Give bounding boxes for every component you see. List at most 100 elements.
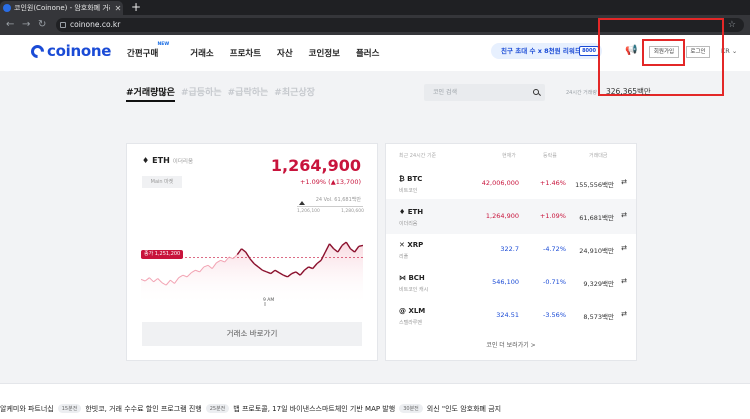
table-row[interactable]: @ XLM 스텔라루멘 324.51 -3.56% 8,573백만 ⇄ — [386, 298, 636, 333]
nav-item-exchange[interactable]: 거래소 — [190, 47, 213, 59]
coin-change: +1.46% — [539, 179, 566, 187]
lock-icon — [60, 22, 66, 28]
total-volume-value: 326,365백만 — [606, 87, 651, 96]
chart-time-tick: 9 AM — [263, 298, 275, 303]
coin-change: -0.71% — [543, 278, 566, 286]
coin-price: 42,006,000 — [481, 179, 519, 187]
nav-item-assets[interactable]: 자산 — [277, 47, 293, 59]
news-time-badge: 15분전 — [57, 404, 82, 413]
coin-name: 비트코인 캐시 — [399, 287, 429, 293]
bitcoin-cash-icon: ⋈ — [399, 274, 406, 282]
stellar-icon: @ — [399, 307, 406, 315]
address-url: coinone.co.kr — [70, 20, 121, 29]
swap-arrows-icon[interactable]: ⇄ — [621, 310, 627, 318]
featured-volume: 24 Vol. 61,681백만 — [315, 197, 361, 203]
reload-icon[interactable]: ↻ — [38, 18, 46, 32]
coin-name: 이더리움 — [399, 221, 418, 227]
coin-name: 리플 — [399, 254, 409, 260]
table-row[interactable]: ₿ BTC 비트코인 42,006,000 +1.46% 155,556백만 ⇄ — [386, 166, 636, 201]
swap-arrows-icon[interactable]: ⇄ — [621, 178, 627, 186]
news-ticker-track: 알케미와 파트너십 15분전 한빗코, 거래 수수료 할인 프로그램 진행 25분전 뱁… — [0, 404, 505, 414]
table-row[interactable]: ⋈ BCH 비트코인 캐시 546,100 -0.71% 9,329백만 ⇄ — [386, 265, 636, 300]
coin-change: -4.72% — [543, 245, 566, 253]
news-ticker: 알케미와 파트너십 15분전 한빗코, 거래 수수료 할인 프로그램 진행 25분전 뱁… — [0, 383, 750, 419]
more-coins-link[interactable]: 코인 더 보러가기 > — [386, 340, 636, 349]
news-item[interactable]: 외신 "인도 암호화폐 금지 — [427, 405, 501, 413]
promo-badge: 8000 — [579, 46, 599, 56]
browser-tab-title: 코인원(Coinone) - 암호화폐 거래소 — [14, 4, 110, 12]
close-tab-icon[interactable]: ✕ — [113, 4, 123, 13]
swap-arrows-icon[interactable]: ⇄ — [621, 277, 627, 285]
total-volume-label: 24시간 거래량 — [566, 90, 597, 96]
news-time-badge: 25분전 — [205, 404, 230, 413]
market-badge: Main 마켓 — [142, 176, 182, 188]
price-line-chart — [141, 241, 363, 306]
range-high: 1,280,600 — [341, 209, 364, 214]
coin-name: 비트코인 — [399, 188, 418, 194]
swap-arrows-icon[interactable]: ⇄ — [621, 244, 627, 252]
coinone-logo[interactable]: coinone — [28, 41, 111, 61]
coin-name: 스텔라루멘 — [399, 320, 423, 326]
login-button[interactable]: 로그인 — [686, 46, 710, 58]
table-row[interactable]: ✕ XRP 리플 322.7 -4.72% 24,910백만 ⇄ — [386, 232, 636, 267]
coin-change: +1.09% — [539, 212, 566, 220]
price-range-labels: 1,206,100 1,280,600 — [297, 209, 364, 214]
coin-volume: 61,681백만 — [579, 214, 614, 222]
forward-icon[interactable]: → — [22, 18, 30, 32]
coin-volume: 24,910백만 — [579, 247, 614, 255]
coin-change: -3.56% — [543, 311, 566, 319]
new-tab-icon[interactable]: + — [131, 0, 141, 15]
filter-tab-plunging[interactable]: #급락하는 — [228, 85, 269, 102]
news-time-badge: 30분전 — [399, 404, 423, 413]
coinone-logo-icon — [28, 41, 47, 61]
browser-tab[interactable]: 코인원(Coinone) - 암호화폐 거래소 ✕ — [0, 1, 123, 15]
coin-volume: 155,556백만 — [575, 181, 614, 189]
featured-price: 1,264,900 — [270, 156, 361, 175]
site-header: coinone 간편구매 NEW 거래소 프로차트 자산 코인정보 플러스 친구 … — [0, 35, 750, 71]
featured-name: 이더리움 — [172, 158, 194, 165]
language-selector[interactable]: KR ⌄ — [721, 47, 737, 55]
coin-volume: 8,573백만 — [583, 313, 614, 321]
coinone-favicon-icon — [3, 4, 11, 12]
referral-promo-banner[interactable]: 친구 초대 수 x 8천원 리워드 8000 — [491, 43, 602, 59]
nav-item-coin-info[interactable]: 코인정보 — [309, 47, 340, 59]
featured-change: +1.09% (▲13,700) — [300, 178, 361, 186]
swap-arrows-icon[interactable]: ⇄ — [621, 211, 627, 219]
filter-tab-new-listing[interactable]: #최근상장 — [274, 85, 315, 102]
previous-close-label: 종가 1,251,200 — [141, 250, 184, 259]
coin-symbol: ⋈ BCH — [399, 274, 425, 282]
range-marker — [299, 201, 305, 205]
table-header-label: 최근 24시간 기준 — [399, 153, 437, 159]
featured-coin-card: ♦ ETH 이더리움 Main 마켓 1,264,900 +1.09% (▲13… — [126, 143, 378, 361]
table-row[interactable]: ♦ ETH 이더리움 1,264,900 +1.09% 61,681백만 ⇄ — [386, 199, 636, 234]
coin-symbol: ♦ ETH — [399, 208, 424, 216]
price-line-segment — [358, 244, 363, 248]
coin-symbol: @ XLM — [399, 307, 426, 315]
news-item[interactable]: 알케미와 파트너십 — [0, 405, 54, 413]
bitcoin-icon: ₿ — [399, 175, 405, 183]
nav-item-pro-chart[interactable]: 프로차트 — [230, 47, 261, 59]
coin-symbol: ✕ XRP — [399, 241, 424, 249]
back-icon[interactable]: ← — [6, 18, 14, 32]
coin-search-input[interactable]: 코인 검색 — [424, 84, 545, 101]
filter-tabs: #거래량많은 #급등하는 #급락하는 #최근상장 — [126, 85, 315, 102]
coin-price: 1,264,900 — [485, 212, 519, 220]
nav-item-plus[interactable]: 플러스 — [356, 47, 379, 59]
col-price: 현재가 — [502, 153, 516, 159]
filter-tab-surging[interactable]: #급등하는 — [181, 85, 222, 102]
bookmark-star-icon[interactable]: ☆ — [728, 18, 736, 32]
featured-coin-header: ♦ ETH 이더리움 — [142, 156, 193, 165]
filter-tab-high-volume[interactable]: #거래량많은 — [126, 85, 175, 102]
news-item[interactable]: 한빗코, 거래 수수료 할인 프로그램 진행 — [85, 405, 201, 413]
news-item[interactable]: 뱁 프로토콜, 17일 바이낸스스마트체인 기반 MAP 발행 — [233, 405, 395, 413]
coin-volume: 9,329백만 — [583, 280, 614, 288]
signup-button[interactable]: 회원가입 — [649, 46, 679, 58]
price-range-bar — [297, 206, 363, 207]
notice-megaphone-icon[interactable]: 📢 — [625, 46, 637, 56]
go-to-exchange-button[interactable]: 거래소 바로가기 — [142, 322, 362, 346]
search-icon[interactable] — [533, 89, 539, 95]
ethereum-icon: ♦ — [142, 156, 150, 165]
nav-item-easy-buy[interactable]: 간편구매 NEW — [127, 42, 174, 59]
ripple-icon: ✕ — [399, 241, 405, 249]
address-bar[interactable]: coinone.co.kr ☆ — [56, 18, 744, 32]
